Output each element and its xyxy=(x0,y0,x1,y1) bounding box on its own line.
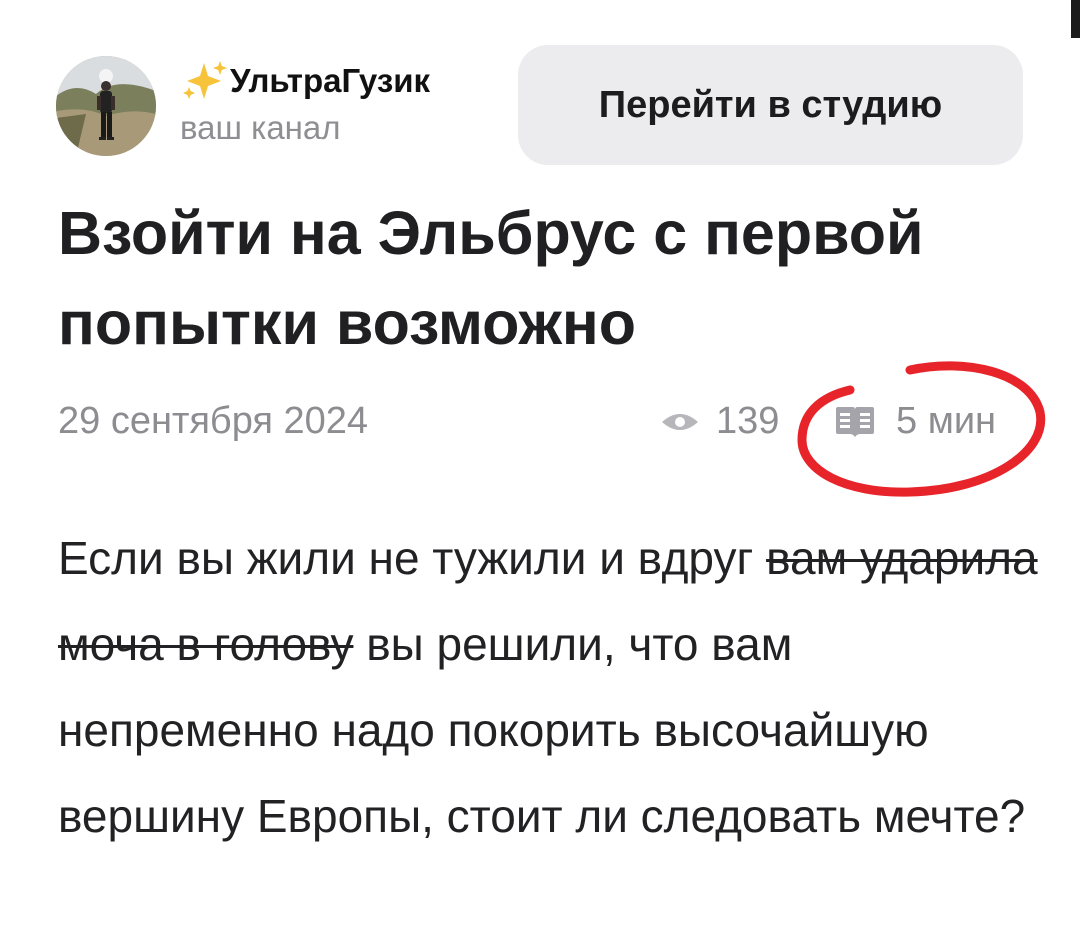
book-icon xyxy=(836,406,874,437)
screen-edge xyxy=(1071,0,1080,38)
body-text-1: Если вы жили не тужили и вдруг xyxy=(58,532,767,584)
eye-icon xyxy=(662,413,698,430)
avatar-photo xyxy=(56,56,156,156)
views-count: 139 xyxy=(716,400,780,442)
publish-date: 29 сентября 2024 xyxy=(58,400,369,442)
channel-name[interactable]: УльтраГузик xyxy=(180,56,430,106)
go-to-studio-button[interactable]: Перейти в студию xyxy=(518,45,1023,165)
article-page: УльтраГузик ваш канал Перейти в студию В… xyxy=(0,0,1080,934)
views-counter: 139 xyxy=(660,400,779,443)
avatar[interactable] xyxy=(56,56,156,156)
channel-subtitle: ваш канал xyxy=(180,109,341,146)
article-body: Если вы жили не тужили и вдруг вам удари… xyxy=(58,515,1058,859)
read-time: 5 мин xyxy=(834,400,996,443)
sparkles-icon xyxy=(183,61,227,99)
read-time-text: 5 мин xyxy=(896,400,997,442)
article-title: Взойти на Эльбрус с первой попытки возмо… xyxy=(58,199,924,357)
channel-name-text: УльтраГузик xyxy=(230,62,431,99)
